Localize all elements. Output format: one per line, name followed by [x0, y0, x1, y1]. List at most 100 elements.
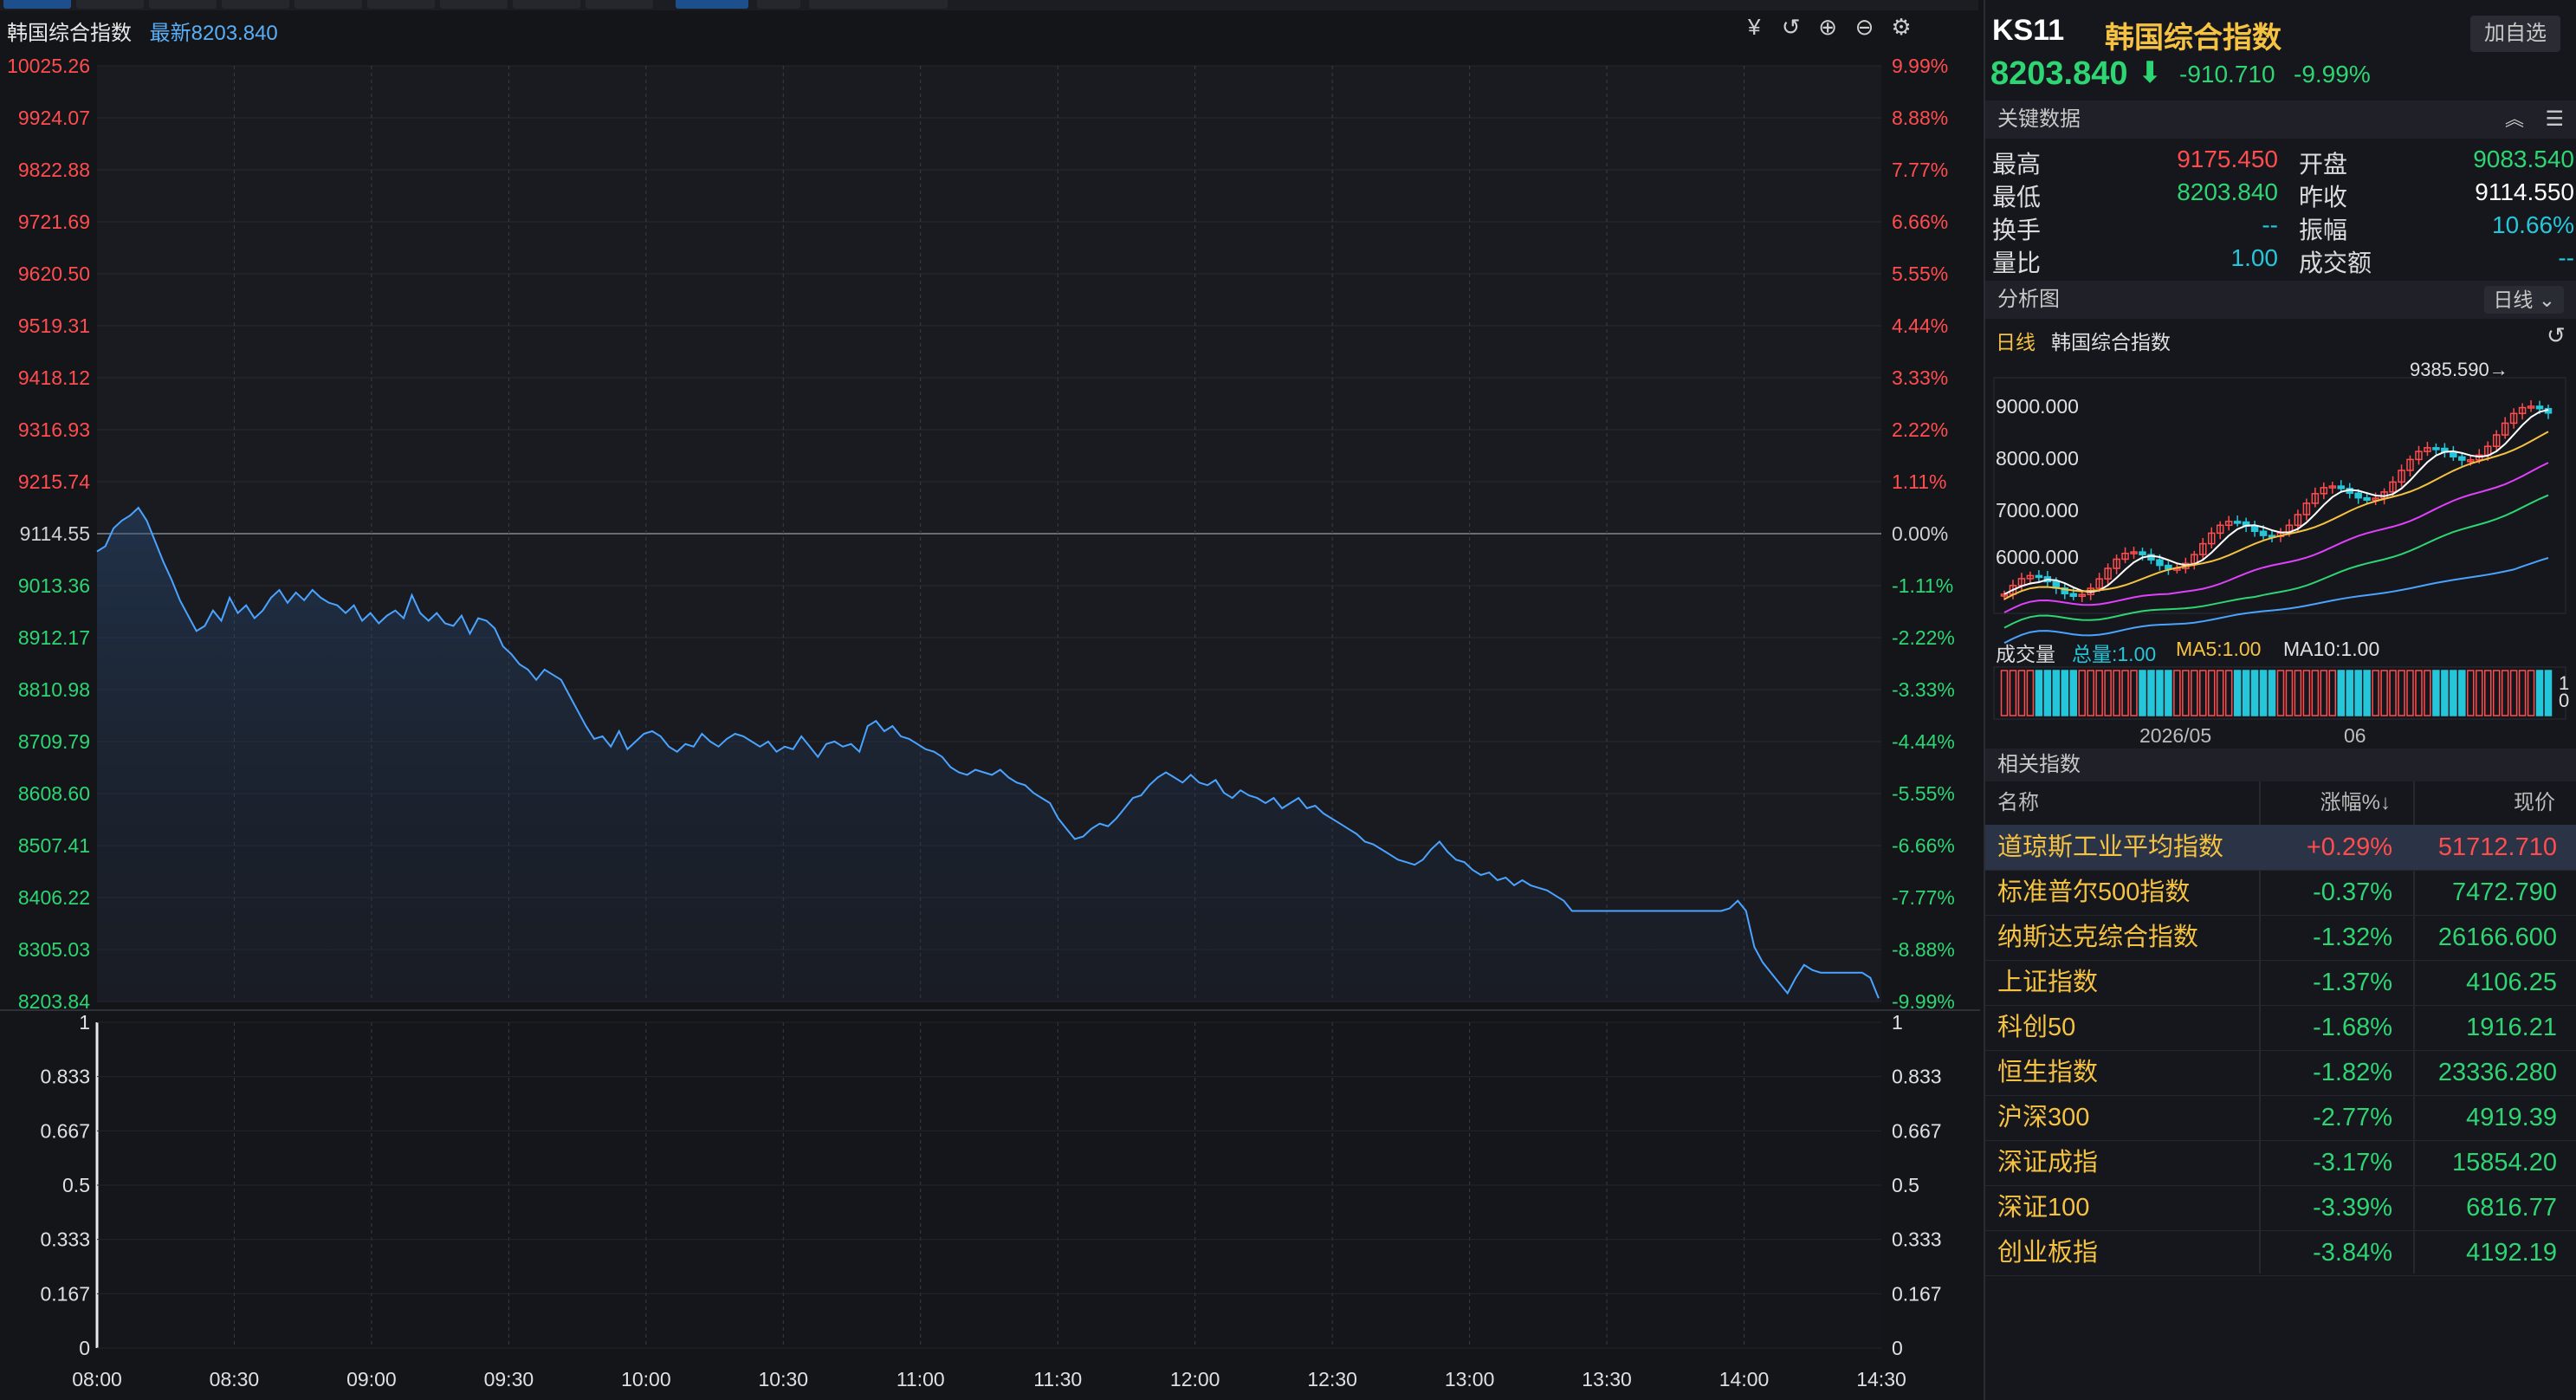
pct-tick-label: 5.55%: [1892, 262, 1948, 285]
settings-icon[interactable]: ⚙: [1888, 14, 1914, 40]
intraday-chart[interactable]: 10025.26 9924.07 9822.88 9721.69 9620.50 9519…: [0, 0, 1980, 1400]
kline-y-label-8000: 8000.000: [1996, 447, 2079, 470]
price-tick-label: 9721.69: [18, 211, 90, 233]
related-pct: -2.77%: [2313, 1104, 2392, 1131]
zoom-in-icon[interactable]: ⊕: [1815, 14, 1841, 40]
pct-tick-label: -4.44%: [1892, 730, 1955, 753]
volume-tick-label: 0.667: [1892, 1119, 1942, 1142]
candle-body: [2259, 530, 2268, 536]
zoom-out-icon[interactable]: ⊖: [1852, 14, 1878, 40]
volume-bar: [2346, 670, 2353, 716]
price-tick-label: 9215.74: [18, 470, 90, 493]
pct-tick-label: 9.99%: [1892, 55, 1948, 77]
kline-frame: [1993, 377, 2566, 614]
volume-bar: [2285, 670, 2294, 716]
volume-bar: [2242, 670, 2250, 716]
price-tick-label: 9316.93: [18, 418, 90, 441]
col-price[interactable]: 现价: [2514, 781, 2555, 825]
price-tick-label: 8709.79: [18, 730, 90, 753]
col-name[interactable]: 名称: [1997, 781, 2039, 825]
volume-label: 成交量: [1996, 643, 2055, 665]
key-value-turnover: --: [2262, 211, 2278, 238]
candle-body: [2035, 574, 2043, 579]
add-favorite-button[interactable]: 加自选: [2470, 16, 2560, 52]
related-row[interactable]: 深证成指 -3.17% 15854.20: [1985, 1140, 2576, 1186]
volume-tick-label: 0.833: [1892, 1066, 1942, 1088]
related-name: 深证100: [1997, 1194, 2090, 1222]
key-label-high: 最高: [1992, 151, 2042, 178]
menu-icon[interactable]: ☰: [2545, 100, 2564, 139]
related-pct: -3.39%: [2313, 1194, 2392, 1222]
pct-tick-label: 1.11%: [1892, 470, 1947, 493]
volume-bar: [2061, 670, 2069, 716]
volume-bar: [2518, 670, 2527, 716]
related-row[interactable]: 道琼斯工业平均指数 +0.29% 51712.710: [1985, 825, 2576, 871]
related-pct: -1.68%: [2313, 1014, 2392, 1041]
pct-tick-label: -3.33%: [1892, 678, 1955, 701]
candle-body: [2250, 525, 2259, 533]
volume-ma5: MA5:1.00: [2176, 638, 2262, 660]
pct-tick-label: -8.88%: [1892, 938, 1955, 961]
related-row[interactable]: 标准普尔500指数 -0.37% 7472.790: [1985, 870, 2576, 916]
related-row[interactable]: 创业板指 -3.84% 4192.19: [1985, 1230, 2576, 1276]
price-tick-label: 9418.12: [18, 366, 90, 389]
latest-price: 最新8203.840: [149, 22, 278, 45]
price-tick-label: 8203.84: [18, 990, 90, 1013]
key-value-volume-ratio: 1.00: [2230, 244, 2279, 271]
related-pct: -1.32%: [2313, 924, 2392, 951]
related-name: 创业板指: [1997, 1239, 2099, 1267]
candle-body: [2458, 456, 2466, 461]
key-label-low: 最低: [1992, 184, 2042, 211]
volume-bar: [2372, 670, 2379, 716]
pct-tick-label: -7.77%: [1892, 886, 1955, 909]
related-row[interactable]: 沪深300 -2.77% 4919.39: [1985, 1095, 2576, 1141]
related-column-headers: 名称 涨幅%↓ 现价: [1985, 781, 2576, 826]
related-row[interactable]: 上证指数 -1.37% 4106.25: [1985, 960, 2576, 1006]
volume-bar: [2328, 670, 2337, 716]
chart-toolbar: ¥ ↺ ⊕ ⊖ ⚙: [1734, 14, 1914, 40]
volume-bar: [2458, 670, 2466, 716]
volume-bar: [2354, 670, 2362, 716]
price-axis-left: 10025.26 9924.07 9822.88 9721.69 9620.50 9519…: [7, 55, 90, 1013]
price-change: -910.710: [2179, 61, 2275, 88]
time-tick-label: 10:00: [621, 1368, 671, 1390]
reset-icon[interactable]: ↺: [2547, 322, 2566, 349]
volume-bar: [2156, 670, 2164, 716]
related-row[interactable]: 科创50 -1.68% 1916.21: [1985, 1005, 2576, 1051]
volume-bar: [2069, 670, 2077, 716]
related-pct: -1.82%: [2313, 1059, 2392, 1086]
related-row[interactable]: 恒生指数 -1.82% 23336.280: [1985, 1050, 2576, 1096]
related-row[interactable]: 深证100 -3.39% 6816.77: [1985, 1185, 2576, 1231]
cny-icon[interactable]: ¥: [1741, 14, 1767, 40]
volume-tick-label: 0.167: [40, 1282, 90, 1305]
volume-bar: [2509, 670, 2518, 716]
pct-tick-label: 7.77%: [1892, 159, 1948, 181]
vol-axis-bottom: 0: [2559, 690, 2570, 711]
price-tick-label: 8305.03: [18, 938, 90, 961]
col-pct[interactable]: 涨幅%↓: [2320, 781, 2391, 825]
volume-bar: [2424, 670, 2431, 716]
related-price: 51712.710: [2437, 833, 2557, 861]
volume-bar: [2441, 670, 2449, 716]
kline-max-label: 9385.590→: [2410, 359, 2508, 380]
collapse-icon[interactable]: ︽: [2505, 100, 2524, 139]
kline-y-label-9000: 9000.000: [1996, 395, 2079, 418]
volume-tick-label: 1: [1892, 1011, 1903, 1034]
time-tick-label: 09:00: [346, 1368, 397, 1390]
related-row[interactable]: 纳斯达克综合指数 -1.32% 26166.600: [1985, 915, 2576, 961]
period-select[interactable]: 日线 ⌄: [2484, 286, 2564, 314]
volume-bar: [2406, 670, 2414, 716]
price-tick-label: 9114.55: [20, 522, 90, 545]
undo-icon[interactable]: ↺: [1778, 14, 1804, 40]
time-tick-label: 11:30: [1033, 1368, 1082, 1390]
volume-bar: [2320, 670, 2328, 716]
volume-bar: [2259, 670, 2268, 716]
volume-tick-label: 0.5: [1892, 1174, 1919, 1196]
pct-tick-label: 3.33%: [1892, 366, 1948, 389]
pct-tick-label: -9.99%: [1892, 990, 1955, 1013]
time-axis: 08:00 08:30 09:00 09:30 10:00 10:30 11:00 11:30…: [72, 1368, 1906, 1390]
related-price: 1916.21: [2466, 1014, 2557, 1041]
current-price: 8203.840: [1990, 55, 2128, 92]
volume-bar: [2216, 670, 2224, 716]
moving-average-line: [2003, 409, 2549, 595]
